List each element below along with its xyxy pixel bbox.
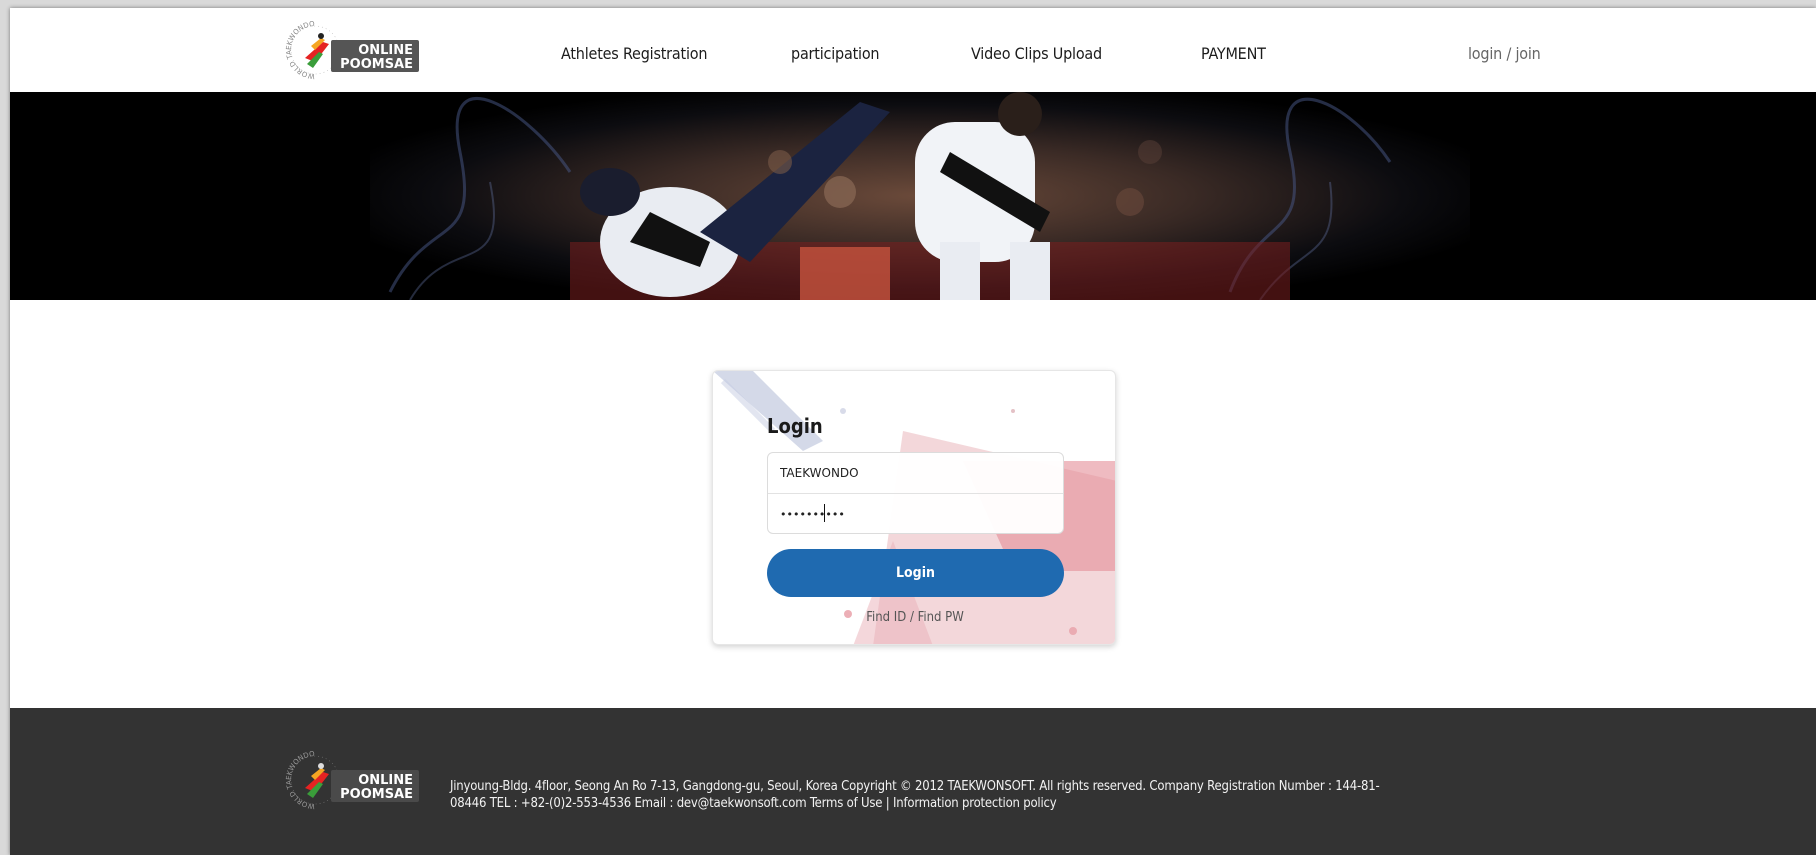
nav-payment[interactable]: PAYMENT: [1201, 44, 1266, 63]
nav-participation[interactable]: participation: [791, 44, 880, 63]
find-id-pw-link[interactable]: Find ID / Find PW: [713, 610, 1115, 625]
site-header: WORLD TAEKWONDO ONLINE POOMSAE Athletes …: [10, 8, 1816, 92]
taekwondo-kick-photo: [10, 92, 1816, 300]
footer-info: Jinyoung-Bldg. 4floor, Seong An Ro 7-13,…: [450, 778, 1410, 812]
user-id-input[interactable]: [768, 453, 1063, 494]
login-card: Login Login Find ID / Find PW: [712, 370, 1116, 645]
nav-athletes-registration[interactable]: Athletes Registration: [561, 44, 707, 63]
footer-copyright: Copyright © 2012 TAEKWONSOFT. All rights…: [841, 779, 1146, 794]
hero-banner: [10, 92, 1816, 300]
footer-logo-line1: ONLINE: [358, 773, 413, 788]
footer-tel: TEL : +82-(0)2-553-4536: [489, 796, 631, 811]
main-content: Login Login Find ID / Find PW: [10, 300, 1816, 708]
page: WORLD TAEKWONDO ONLINE POOMSAE Athletes …: [10, 8, 1816, 855]
privacy-policy-link[interactable]: Information protection policy: [893, 796, 1057, 811]
login-title: Login: [767, 414, 823, 438]
logo-graphic: WORLD TAEKWONDO ONLINE POOMSAE: [285, 20, 419, 80]
login-join-link[interactable]: login / join: [1468, 44, 1541, 63]
site-footer: WORLD TAEKWONDO ONLINE POOMSAE Jinyoung-…: [10, 708, 1816, 855]
login-input-group: [767, 452, 1064, 534]
text-caret: [824, 504, 825, 522]
online-poomsae-logo[interactable]: WORLD TAEKWONDO ONLINE POOMSAE: [285, 18, 425, 84]
footer-separator: |: [885, 796, 890, 811]
footer-logo-ring-text: WORLD TAEKWONDO: [285, 750, 316, 810]
footer-email: Email : dev@taekwonsoft.com: [634, 796, 807, 811]
nav-video-clips-upload[interactable]: Video Clips Upload: [971, 44, 1102, 63]
logo-ring-text: WORLD TAEKWONDO: [285, 20, 316, 80]
footer-logo-line2: POOMSAE: [340, 787, 413, 802]
footer-logo-graphic: WORLD TAEKWONDO ONLINE POOMSAE: [285, 750, 419, 810]
password-input[interactable]: [768, 494, 1063, 533]
footer-address: Jinyoung-Bldg. 4floor, Seong An Ro 7-13,…: [450, 779, 838, 794]
footer-logo: WORLD TAEKWONDO ONLINE POOMSAE: [285, 748, 425, 814]
logo-line2: POOMSAE: [340, 57, 413, 72]
login-button[interactable]: Login: [767, 549, 1064, 597]
logo-line1: ONLINE: [358, 43, 413, 58]
terms-of-use-link[interactable]: Terms of Use: [810, 796, 883, 811]
